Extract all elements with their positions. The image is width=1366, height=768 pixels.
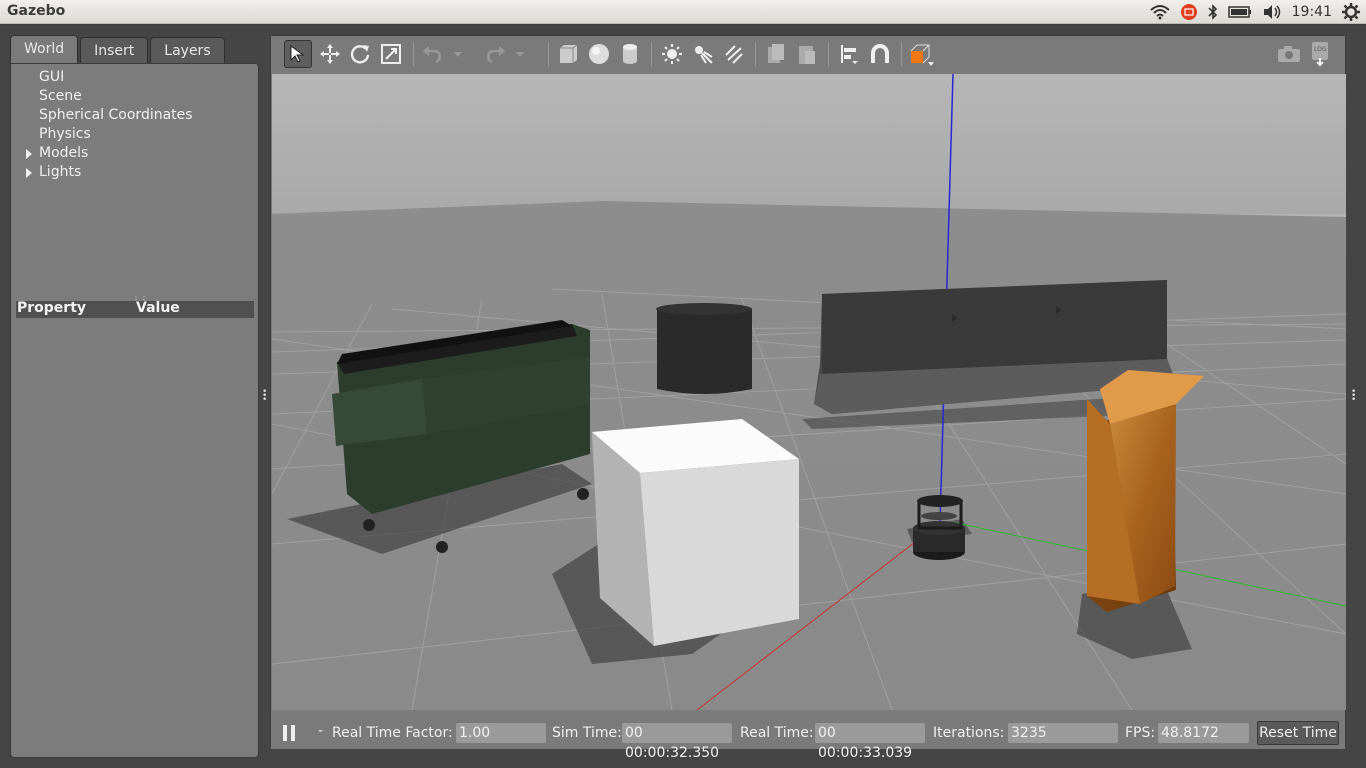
tab-world[interactable]: World — [10, 35, 79, 63]
volume-icon[interactable] — [1262, 3, 1282, 21]
tree-item-physics[interactable]: Physics — [11, 125, 258, 144]
clock[interactable]: 19:41 — [1292, 4, 1332, 20]
property-column-header[interactable]: Property — [17, 300, 86, 316]
sphere-shape-icon[interactable] — [585, 40, 613, 68]
select-arrow-icon[interactable] — [284, 40, 312, 68]
redo-history-dropdown-icon[interactable] — [513, 40, 527, 68]
status-bar: - Real Time Factor: 1.00 Sim Time: 00 00… — [271, 711, 1345, 761]
svg-text:LOG: LOG — [1314, 46, 1327, 53]
value-column-header[interactable]: Value — [136, 300, 180, 316]
expand-arrow-icon[interactable] — [26, 149, 32, 159]
copy-icon[interactable] — [762, 40, 790, 68]
toolbar-separator — [413, 42, 414, 66]
step-hint: - — [318, 723, 324, 739]
left-panel: World Insert Layers GUI Scene Spherical … — [10, 35, 259, 758]
left-splitter-handle[interactable]: • • • — [262, 388, 267, 405]
rotate-icon[interactable] — [346, 40, 374, 68]
screenshot-camera-icon[interactable] — [1275, 40, 1303, 68]
redo-icon[interactable] — [481, 40, 509, 68]
wifi-icon[interactable] — [1149, 3, 1170, 21]
fps-field: 48.8172 — [1158, 723, 1249, 743]
point-light-icon[interactable] — [658, 40, 686, 68]
expand-arrow-icon[interactable] — [26, 168, 32, 178]
sim-time-label: Sim Time: — [552, 725, 622, 741]
cylinder-model — [656, 303, 752, 394]
right-splitter-handle[interactable]: • • • — [1351, 388, 1356, 405]
box-shape-icon[interactable] — [554, 40, 582, 68]
align-icon[interactable] — [835, 40, 863, 68]
tree-item-gui[interactable]: GUI — [11, 68, 258, 87]
tree-item-lights[interactable]: Lights — [11, 163, 258, 182]
undo-history-dropdown-icon[interactable] — [451, 40, 465, 68]
iterations-field: 3235 — [1008, 723, 1118, 743]
paste-icon[interactable] — [793, 40, 821, 68]
toolbar-separator — [651, 42, 652, 66]
bluetooth-icon[interactable] — [1208, 3, 1218, 21]
window-title: Gazebo — [7, 3, 66, 19]
cylinder-shape-icon[interactable] — [616, 40, 644, 68]
scene-render — [272, 74, 1346, 710]
property-table-header: Property Value — [16, 300, 254, 318]
view-angle-icon[interactable] — [908, 40, 936, 68]
system-tray: 19:41 — [1149, 2, 1360, 22]
fps-label: FPS: — [1125, 725, 1156, 741]
tree-item-scene[interactable]: Scene — [11, 87, 258, 106]
left-panel-tabs: World Insert Layers — [10, 35, 227, 63]
real-time-label: Real Time: — [740, 725, 814, 741]
directional-light-icon[interactable] — [720, 40, 748, 68]
tree-item-label: Spherical Coordinates — [39, 107, 193, 123]
sim-time-field: 00 00:00:32.350 — [622, 723, 732, 761]
toolbar-separator — [755, 42, 756, 66]
toolbar-separator — [901, 42, 902, 66]
real-time-factor-field: 1.00 — [456, 723, 546, 743]
tree-item-label: GUI — [39, 69, 65, 85]
sky-background — [272, 74, 1346, 214]
white-box-model — [592, 419, 799, 646]
world-tree: GUI Scene Spherical Coordinates Physics … — [11, 68, 258, 182]
tab-insert[interactable]: Insert — [80, 37, 149, 63]
tab-layers[interactable]: Layers — [150, 37, 225, 63]
undo-icon[interactable] — [419, 40, 447, 68]
iterations-label: Iterations: — [933, 725, 1005, 741]
spot-light-icon[interactable] — [689, 40, 717, 68]
log-icon[interactable]: LOG — [1307, 40, 1335, 68]
toolbar: LOG — [271, 36, 1345, 73]
reset-time-button[interactable]: Reset Time — [1257, 721, 1339, 745]
gazebo-window: World Insert Layers GUI Scene Spherical … — [0, 25, 1366, 768]
toolbar-separator — [548, 42, 549, 66]
real-time-field: 00 00:00:33.039 — [815, 723, 925, 761]
scale-icon[interactable] — [377, 40, 405, 68]
tree-item-label: Scene — [39, 88, 82, 104]
real-time-factor-label: Real Time Factor: — [332, 725, 453, 741]
pause-icon[interactable] — [283, 725, 295, 741]
tree-item-label: Models — [39, 145, 89, 161]
tree-item-label: Lights — [39, 164, 82, 180]
snap-magnet-icon[interactable] — [866, 40, 894, 68]
tree-item-spherical-coordinates[interactable]: Spherical Coordinates — [11, 106, 258, 125]
main-render-panel: LOG - Real Time Factor: 1.00 Sim Time: 0… — [270, 35, 1346, 761]
3d-viewport[interactable] — [272, 74, 1346, 710]
battery-icon[interactable] — [1227, 3, 1252, 21]
tree-item-label: Physics — [39, 126, 91, 142]
translate-icon[interactable] — [316, 40, 344, 68]
world-tab-panel: GUI Scene Spherical Coordinates Physics … — [10, 63, 259, 758]
toolbar-separator — [828, 42, 829, 66]
system-top-bar: Gazebo 19:41 — [0, 0, 1366, 24]
keyboard-indicator-icon[interactable] — [1180, 3, 1198, 21]
settings-gear-icon[interactable] — [1342, 3, 1360, 21]
tree-item-models[interactable]: Models — [11, 144, 258, 163]
